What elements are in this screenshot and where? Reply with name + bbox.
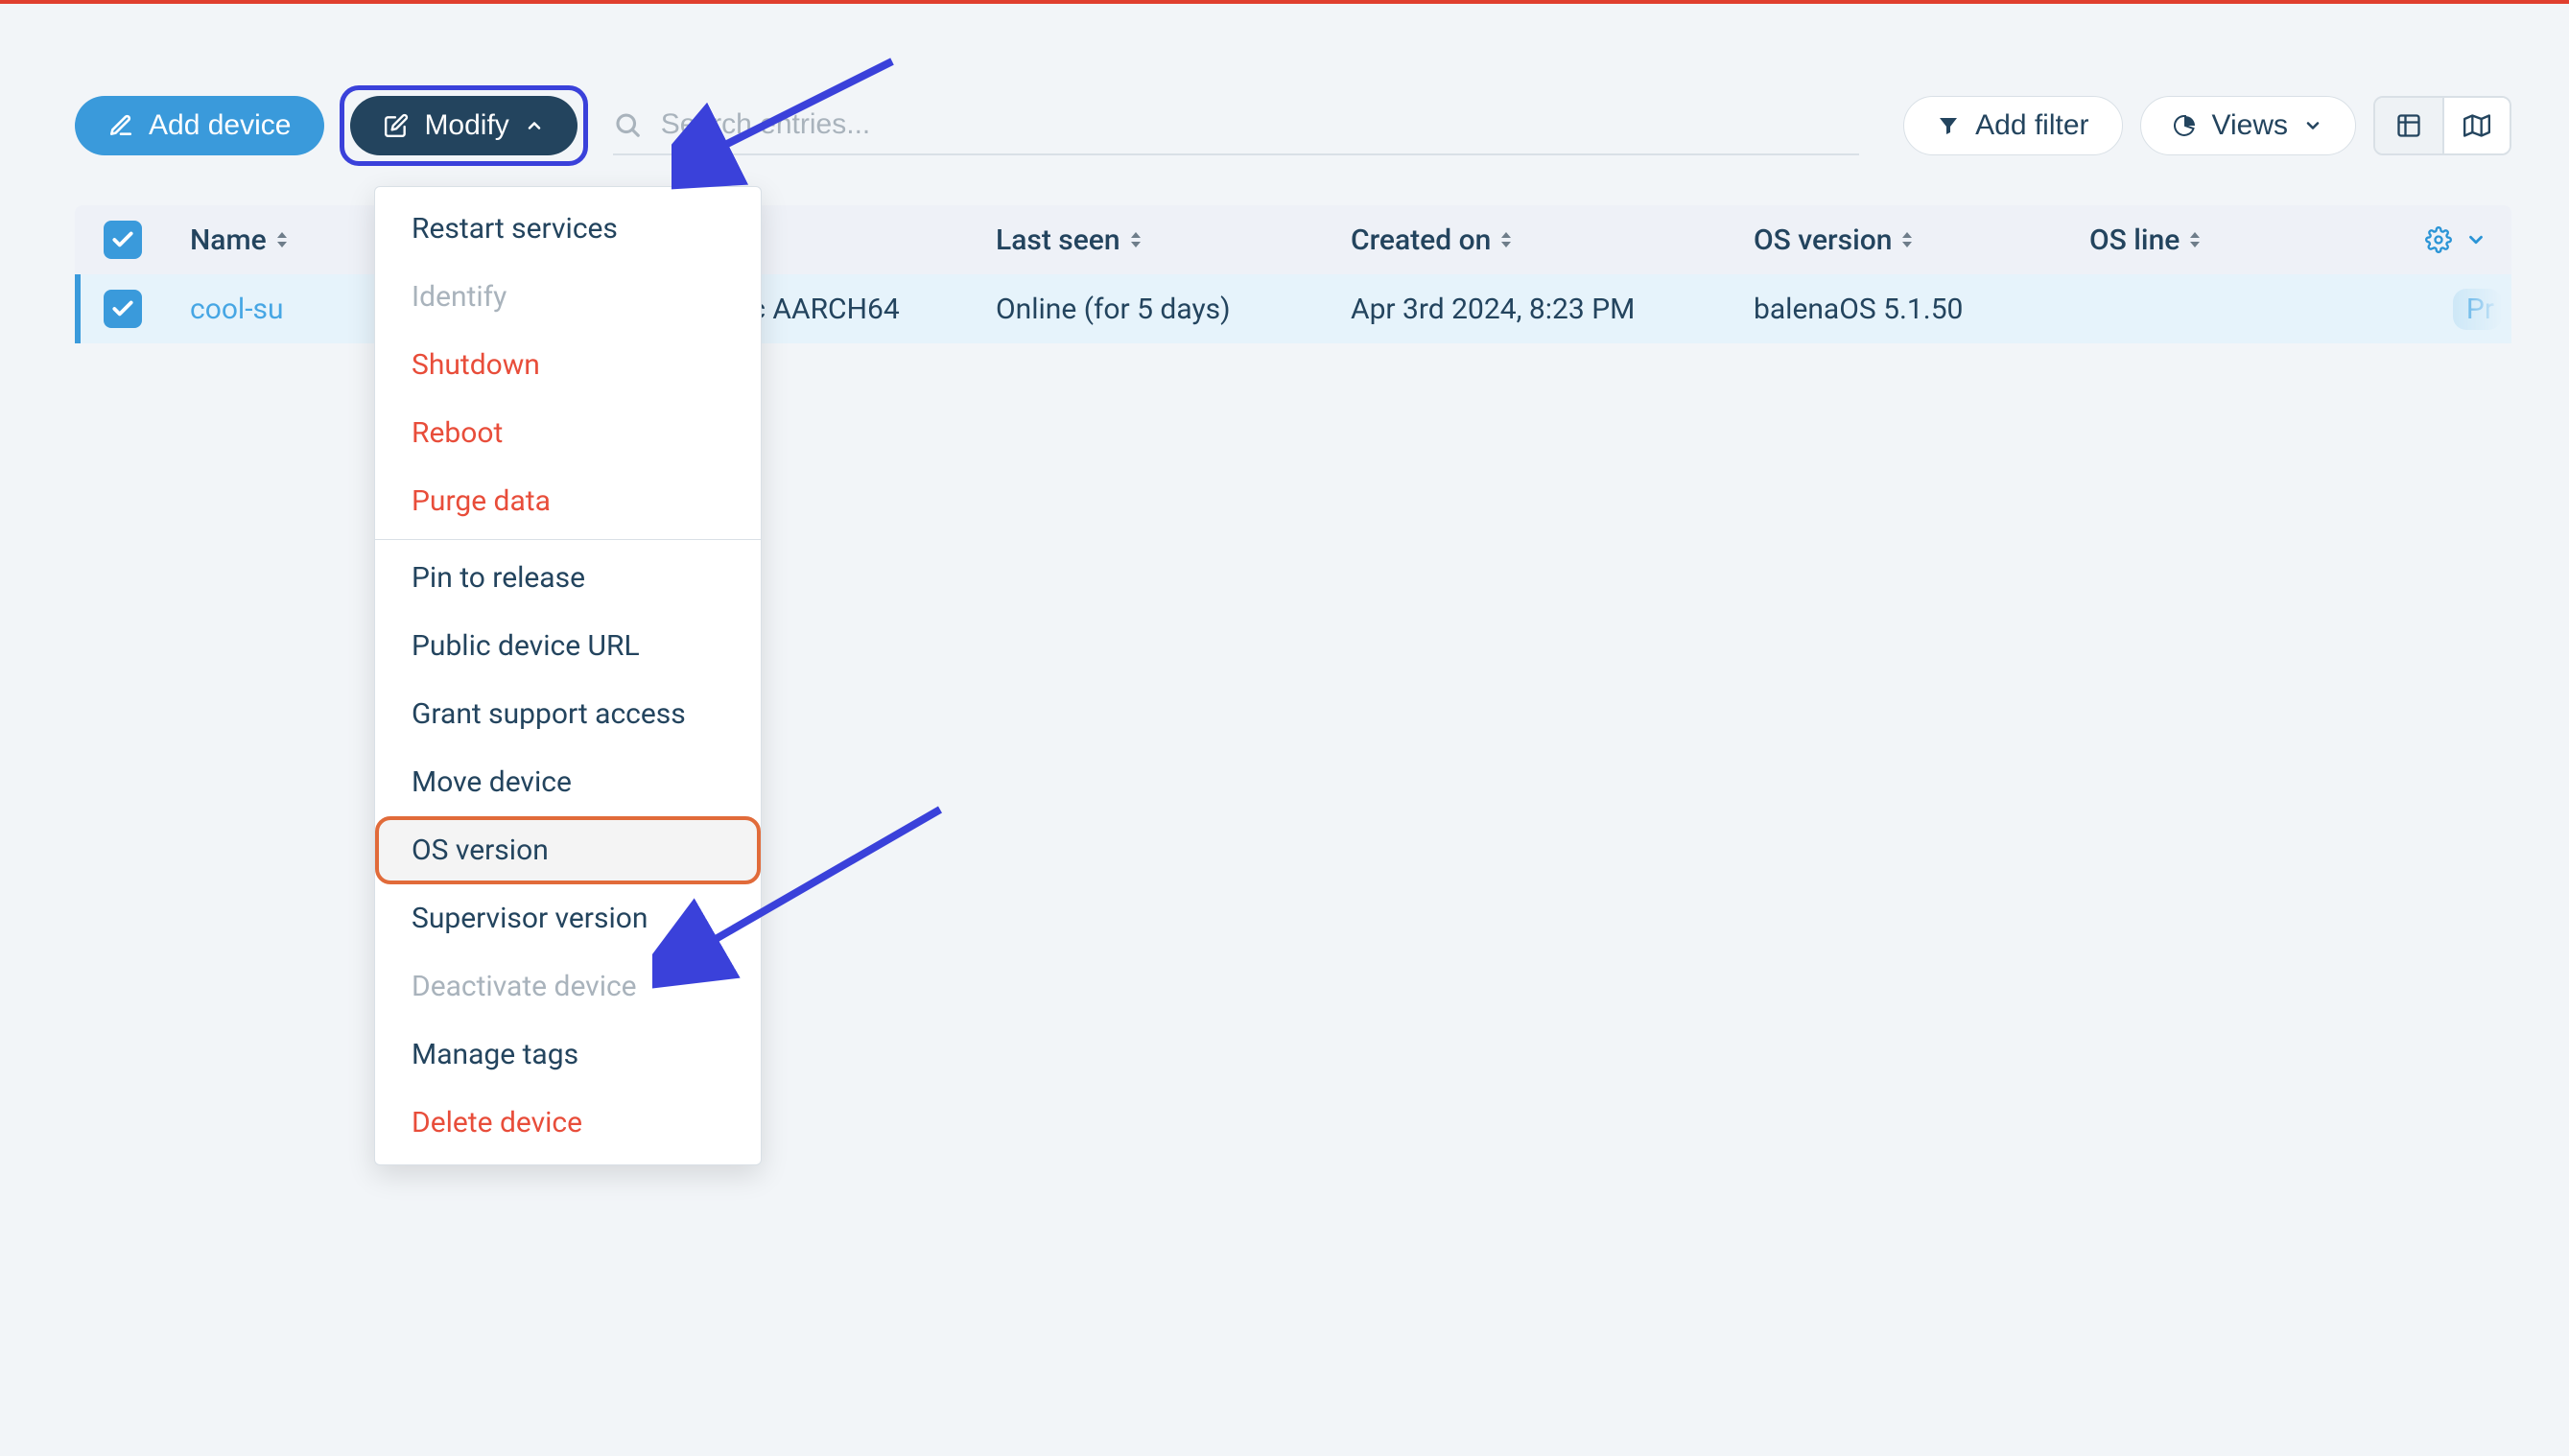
modify-dropdown-menu: Restart services Identify Shutdown Reboo… xyxy=(374,186,762,1165)
view-toggle-map[interactable] xyxy=(2442,98,2510,153)
cell-status: Pr xyxy=(2387,289,2502,330)
table-icon xyxy=(2395,112,2422,139)
menu-item-supervisor-version[interactable]: Supervisor version xyxy=(375,884,761,952)
menu-item-os-version[interactable]: OS version xyxy=(375,816,761,884)
cell-created-on: Apr 3rd 2024, 8:23 PM xyxy=(1351,293,1754,326)
cell-os-version: balenaOS 5.1.50 xyxy=(1754,293,2089,326)
cell-name-text: cool-su xyxy=(190,293,284,326)
menu-item-manage-tags[interactable]: Manage tags xyxy=(375,1021,761,1089)
sort-icon xyxy=(1899,230,1915,249)
cell-last-seen: Online (for 5 days) xyxy=(996,293,1351,326)
view-toggle xyxy=(2373,96,2511,155)
modify-label: Modify xyxy=(424,109,508,142)
filter-icon xyxy=(1937,114,1960,137)
sort-icon xyxy=(274,230,290,249)
map-icon xyxy=(2463,112,2490,139)
col-header-last-seen[interactable]: Last seen xyxy=(996,223,1351,257)
col-header-os-version-label: OS version xyxy=(1754,223,1892,257)
toolbar: Add device Modify xyxy=(75,82,2511,169)
menu-item-move-device[interactable]: Move device xyxy=(375,748,761,816)
menu-item-purge-data[interactable]: Purge data xyxy=(375,467,761,535)
view-toggle-table[interactable] xyxy=(2375,98,2442,153)
menu-separator xyxy=(375,539,761,540)
search-field[interactable] xyxy=(613,96,1859,155)
col-header-name-label: Name xyxy=(190,223,267,257)
col-header-last-seen-label: Last seen xyxy=(996,223,1120,257)
menu-item-grant-support-access[interactable]: Grant support access xyxy=(375,680,761,748)
cell-last-seen-text: Online (for 5 days) xyxy=(996,293,1231,326)
cell-os-version-text: balenaOS 5.1.50 xyxy=(1754,293,1963,326)
chevron-down-icon xyxy=(2303,116,2322,135)
select-all-checkbox[interactable] xyxy=(104,221,142,259)
toolbar-right: Add filter Views xyxy=(1903,96,2511,155)
gear-icon[interactable] xyxy=(2425,226,2452,253)
page-root: Add device Modify xyxy=(0,0,2569,1456)
chevron-down-icon[interactable] xyxy=(2465,229,2487,250)
row-select xyxy=(75,290,190,328)
modify-annotation-highlight: Modify xyxy=(340,85,587,166)
chevron-up-icon xyxy=(525,116,544,135)
views-label: Views xyxy=(2212,109,2288,142)
menu-item-public-device-url[interactable]: Public device URL xyxy=(375,612,761,680)
menu-item-shutdown[interactable]: Shutdown xyxy=(375,331,761,399)
add-device-label: Add device xyxy=(149,109,291,142)
cell-created-on-text: Apr 3rd 2024, 8:23 PM xyxy=(1351,293,1635,326)
menu-item-delete-device[interactable]: Delete device xyxy=(375,1089,761,1157)
col-select-all xyxy=(75,221,190,259)
col-header-os-version[interactable]: OS version xyxy=(1754,223,2089,257)
sort-icon xyxy=(2187,230,2203,249)
row-checkbox[interactable] xyxy=(104,290,142,328)
col-header-os-line-label: OS line xyxy=(2089,223,2180,257)
col-header-created-on-label: Created on xyxy=(1351,223,1491,257)
menu-item-pin-to-release[interactable]: Pin to release xyxy=(375,544,761,612)
menu-item-reboot[interactable]: Reboot xyxy=(375,399,761,467)
add-filter-label: Add filter xyxy=(1975,109,2088,142)
search-icon xyxy=(613,110,642,139)
status-badge: Pr xyxy=(2453,289,2502,330)
col-header-actions xyxy=(2387,226,2502,253)
pencil-icon xyxy=(108,113,133,138)
sort-icon xyxy=(1128,230,1143,249)
pie-icon xyxy=(2174,114,2197,137)
menu-item-deactivate-device: Deactivate device xyxy=(375,952,761,1021)
add-filter-button[interactable]: Add filter xyxy=(1903,96,2122,155)
views-button[interactable]: Views xyxy=(2140,96,2356,155)
menu-item-restart-services[interactable]: Restart services xyxy=(375,195,761,263)
col-header-created-on[interactable]: Created on xyxy=(1351,223,1754,257)
search-input[interactable] xyxy=(659,107,1859,142)
menu-item-identify: Identify xyxy=(375,263,761,331)
modify-button[interactable]: Modify xyxy=(350,96,577,155)
col-header-os-line[interactable]: OS line xyxy=(2089,223,2387,257)
edit-square-icon xyxy=(384,113,409,138)
sort-icon xyxy=(1498,230,1514,249)
add-device-button[interactable]: Add device xyxy=(75,96,324,155)
